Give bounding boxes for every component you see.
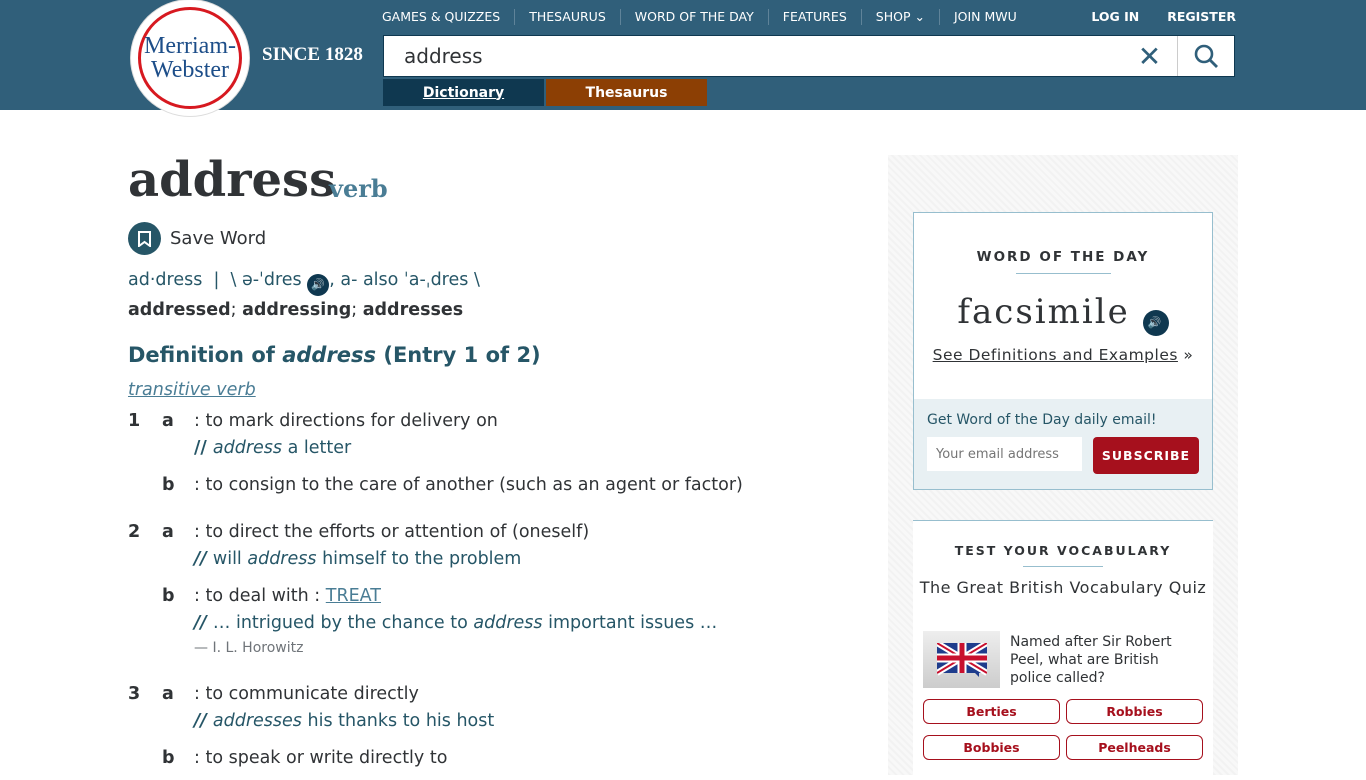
- tab-dictionary[interactable]: Dictionary: [383, 79, 544, 106]
- syllables: ad·dress: [128, 270, 203, 290]
- site-header: Merriam- Webster SINCE 1828 GAMES & QUIZZ…: [0, 0, 1366, 116]
- save-word-button[interactable]: Save Word: [128, 222, 266, 255]
- wotd-label: WORD OF THE DAY: [976, 249, 1150, 265]
- chevron-down-icon: ⌄: [914, 9, 925, 24]
- speaker-icon[interactable]: 🔊: [1142, 310, 1169, 336]
- register-link[interactable]: REGISTER: [1167, 9, 1236, 24]
- quiz-title[interactable]: The Great British Vocabulary Quiz: [913, 578, 1213, 597]
- top-nav: GAMES & QUIZZES THESAURUS WORD OF THE DA…: [382, 9, 1031, 25]
- bookmark-icon: [128, 222, 161, 255]
- treat-link[interactable]: TREAT: [326, 586, 381, 606]
- search-input[interactable]: [384, 44, 1122, 68]
- answer-button[interactable]: Peelheads: [1066, 735, 1203, 760]
- nav-features[interactable]: FEATURES: [767, 9, 861, 25]
- nav-games[interactable]: GAMES & QUIZZES: [382, 9, 514, 25]
- definition-heading: Definition of address (Entry 1 of 2): [128, 343, 541, 367]
- uk-flag-image: [923, 631, 1000, 688]
- answer-button[interactable]: Robbies: [1066, 699, 1203, 724]
- speaker-icon[interactable]: 🔊: [307, 274, 330, 296]
- inflection: addresses: [362, 300, 464, 320]
- headword: address: [128, 152, 337, 208]
- email-input[interactable]: [927, 437, 1082, 471]
- pron: \ ə-ˈdres: [230, 270, 302, 290]
- clear-icon[interactable]: ✕: [1122, 40, 1177, 73]
- search-button[interactable]: [1177, 36, 1234, 76]
- inflection: addressing: [242, 300, 352, 320]
- email-signup: Get Word of the Day daily email! SUBSCRI…: [914, 399, 1212, 489]
- nav-thesaurus[interactable]: THESAURUS: [514, 9, 620, 25]
- pronunciation: ad·dress | \ ə-ˈdres 🔊, a- also ˈa-ˌdres…: [128, 270, 480, 296]
- nav-join[interactable]: JOIN MWU: [938, 9, 1031, 25]
- search-box: ✕: [383, 35, 1235, 77]
- function-label[interactable]: transitive verb: [128, 380, 256, 400]
- nav-wotd[interactable]: WORD OF THE DAY: [619, 9, 768, 25]
- answer-button[interactable]: Bobbies: [923, 735, 1060, 760]
- vocabulary-quiz-card: TEST YOUR VOCABULARY The Great British V…: [913, 520, 1213, 780]
- part-of-speech[interactable]: verb: [329, 174, 388, 203]
- wotd-link[interactable]: See Definitions and Examples: [933, 346, 1178, 364]
- merriam-webster-logo[interactable]: Merriam- Webster: [131, 0, 249, 116]
- tab-thesaurus[interactable]: Thesaurus: [546, 79, 707, 106]
- word-of-the-day-card: WORD OF THE DAY facsimile 🔊 See Definiti…: [913, 212, 1213, 490]
- wotd-word[interactable]: facsimile 🔊: [914, 292, 1212, 336]
- answer-button[interactable]: Berties: [923, 699, 1060, 724]
- vocab-label: TEST YOUR VOCABULARY: [954, 543, 1172, 558]
- login-link[interactable]: LOG IN: [1091, 9, 1139, 24]
- inflection: addressed: [128, 300, 231, 320]
- email-prompt: Get Word of the Day daily email!: [927, 412, 1157, 428]
- nav-shop[interactable]: SHOP ⌄: [860, 9, 939, 25]
- inflections: addressed; addressing; addresses: [128, 300, 464, 320]
- pron-also: , a- also ˈa-ˌdres \: [329, 270, 480, 290]
- quiz-question: Named after Sir Robert Peel, what are Br…: [1010, 634, 1172, 686]
- save-word-label: Save Word: [170, 228, 267, 249]
- since-1828: SINCE 1828: [262, 44, 363, 65]
- search-icon: [1194, 44, 1218, 68]
- subscribe-button[interactable]: SUBSCRIBE: [1093, 437, 1199, 474]
